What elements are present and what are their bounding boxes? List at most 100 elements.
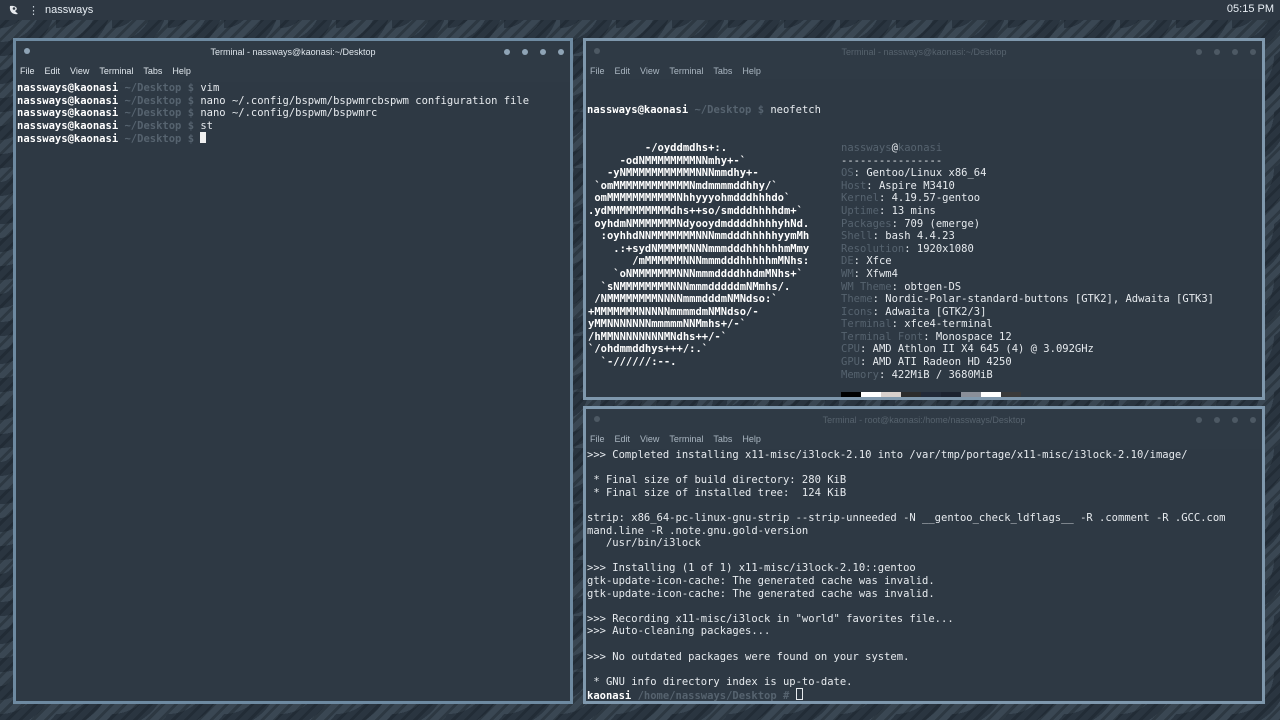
info-colon: : [891, 217, 905, 230]
terminal-window-top-right[interactable]: Terminal - nassways@kaonasi:~/Desktop Fi… [583, 38, 1265, 400]
maximize-button[interactable] [1232, 49, 1238, 55]
terminal-window-left[interactable]: Terminal - nassways@kaonasi:~/Desktop Fi… [13, 38, 573, 704]
logo-line: yMMNNNNNNNmmmmmNNMmhs+/-` [588, 318, 747, 331]
terminal-line: >>> Completed installing x11-misc/i3lock… [587, 449, 1188, 461]
shade-button[interactable] [1196, 417, 1202, 423]
info-value: 13 mins [891, 204, 936, 217]
terminal-window-bottom-right[interactable]: Terminal - root@kaonasi:/home/nassways/D… [583, 406, 1265, 704]
info-row: WM: Xfwm4 [841, 268, 1214, 281]
info-key: CPU [841, 343, 860, 356]
menu-item-view[interactable]: View [640, 434, 659, 444]
minimize-button[interactable] [1214, 49, 1220, 55]
menu-item-edit[interactable]: Edit [615, 66, 631, 76]
info-value: 422MiB / 3680MiB [891, 368, 993, 381]
close-button[interactable] [1250, 417, 1256, 423]
logo-line: .:+sydNMMMMMNNNmmmdddhhhhhhmMmy [588, 242, 810, 255]
menu-item-help[interactable]: Help [172, 66, 191, 76]
info-colon: : [878, 368, 892, 381]
minimize-button[interactable] [1214, 417, 1220, 423]
window-menu-icon[interactable] [24, 48, 30, 54]
logo-line: /NMMMMMMMMNNNNmmmdddmNMNdso:` [588, 293, 778, 306]
menu-item-view[interactable]: View [640, 66, 659, 76]
info-colon: : [872, 293, 886, 306]
menu-item-edit[interactable]: Edit [45, 66, 61, 76]
prompt-user: nassways@kaonasi [17, 94, 119, 107]
info-row: Memory: 422MiB / 3680MiB [841, 369, 1214, 382]
logo-line: oyhdmNMMMMMMMNdyooydmddddhhhhyhNd. [588, 217, 810, 230]
window-titlebar[interactable]: Terminal - nassways@kaonasi:~/Desktop [16, 41, 570, 63]
info-host: kaonasi [897, 141, 943, 154]
menu-item-help[interactable]: Help [742, 66, 761, 76]
info-value: bash 4.4.23 [885, 230, 955, 243]
info-value: Xfce [866, 255, 892, 268]
terminal-line: * Final size of installed tree: 124 KiB [587, 486, 847, 499]
logo-line: +MMMMMMMNNNNNmmmmdmNMNdso/- [588, 305, 759, 318]
close-button[interactable] [558, 49, 564, 55]
menu-item-file[interactable]: File [590, 66, 605, 76]
info-colon: : [904, 242, 917, 255]
top-panel: ⋮ nassways 05:15 PM [0, 0, 1280, 20]
menu-dots-icon[interactable]: ⋮ [28, 4, 39, 17]
text-cursor [795, 688, 803, 701]
info-row: Theme: Nordic-Polar-standard-buttons [GT… [841, 293, 1214, 306]
minimize-button[interactable] [522, 49, 528, 55]
info-row: Packages: 709 (emerge) [841, 218, 1214, 231]
prompt-user: nassways@kaonasi [17, 82, 119, 94]
menu-item-terminal[interactable]: Terminal [669, 434, 703, 444]
menu-item-view[interactable]: View [70, 66, 89, 76]
menu-item-tabs[interactable]: Tabs [713, 66, 732, 76]
neofetch-logo: -/oyddmdhs+:. -odNMMMMMMMMNNmhy+-` -yNMM… [588, 142, 809, 369]
info-value: 4.19.57-gentoo [891, 192, 981, 205]
info-row: Resolution: 1920x1080 [841, 243, 1214, 256]
menu-item-edit[interactable]: Edit [615, 434, 631, 444]
color-swatch [861, 391, 881, 397]
menu-item-terminal[interactable]: Terminal [669, 66, 703, 76]
menu-item-tabs[interactable]: Tabs [143, 66, 162, 76]
logo-line: :oyhhdNNMMMMMMMNNNmmdddhhhhhyymMh [588, 230, 810, 243]
window-menu-icon[interactable] [594, 48, 600, 54]
terminal-line: gtk-update-icon-cache: The generated cac… [587, 574, 935, 587]
maximize-button[interactable] [540, 49, 546, 55]
info-row: GPU: AMD ATI Radeon HD 4250 [841, 356, 1214, 369]
prompt-user: nassways@kaonasi [17, 133, 119, 146]
menu-item-file[interactable]: File [590, 434, 605, 444]
info-key: Uptime [841, 204, 879, 217]
color-swatch [981, 391, 1001, 397]
window-menu-icon[interactable] [594, 416, 600, 422]
menu-item-file[interactable]: File [20, 66, 35, 76]
menu-item-help[interactable]: Help [742, 434, 761, 444]
info-colon: : [872, 230, 886, 243]
window-titlebar[interactable]: Terminal - nassways@kaonasi:~/Desktop [586, 41, 1262, 63]
text-cursor [200, 132, 207, 144]
prompt-path: ~/Desktop $ [118, 94, 201, 107]
shade-button[interactable] [1196, 49, 1202, 55]
info-value: 709 (emerge) [904, 217, 981, 230]
terminal-line: * Final size of build directory: 280 KiB [587, 474, 847, 487]
info-value: Nordic-Polar-standard-buttons [GTK2], Ad… [885, 293, 1214, 306]
info-colon: : [859, 356, 873, 369]
distro-logo-icon[interactable] [8, 4, 20, 16]
color-swatch [961, 391, 981, 397]
terminal-output[interactable]: nassways@kaonasi ~/Desktop $ neofetch -/… [586, 79, 1262, 397]
terminal-line: >>> Installing (1 of 1) x11-misc/i3lock-… [587, 562, 916, 575]
menu-bar: File Edit View Terminal Tabs Help [586, 63, 1262, 79]
maximize-button[interactable] [1232, 417, 1238, 423]
shade-button[interactable] [504, 49, 510, 55]
terminal-output[interactable]: >>> Completed installing x11-misc/i3lock… [586, 449, 1262, 701]
window-titlebar[interactable]: Terminal - root@kaonasi:/home/nassways/D… [586, 409, 1262, 431]
prompt-path: /home/nassways/Desktop # [631, 690, 796, 701]
info-row: Icons: Adwaita [GTK2/3] [841, 306, 1214, 319]
menu-item-tabs[interactable]: Tabs [713, 434, 732, 444]
prompt-path: ~/Desktop $ [118, 133, 201, 146]
window-title: Terminal - nassways@kaonasi:~/Desktop [841, 47, 1007, 57]
info-value: Xfwm4 [866, 267, 898, 280]
close-button[interactable] [1250, 49, 1256, 55]
logo-line: `oNMMMMMMMNNNmmmddddhhdmMNhs+` [588, 267, 803, 280]
menu-item-terminal[interactable]: Terminal [99, 66, 133, 76]
info-value: AMD ATI Radeon HD 4250 [872, 356, 1012, 369]
prompt-user: kaonasi [587, 690, 632, 701]
terminal-line: strip: x86_64-pc-linux-gnu-strip --strip… [587, 511, 1226, 524]
terminal-output[interactable]: nassways@kaonasi ~/Desktop $ vim nassways… [16, 82, 570, 701]
terminal-line: >>> Auto-cleaning packages... [587, 625, 771, 638]
